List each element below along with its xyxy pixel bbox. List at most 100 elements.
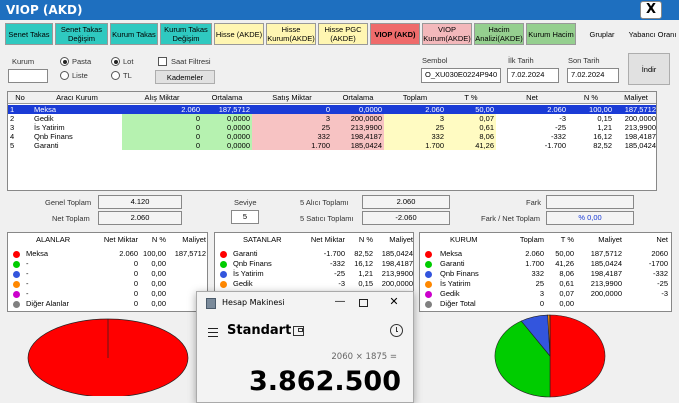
table-cell: 0,61 [446,123,496,132]
table-cell: -1.700 [544,141,566,150]
col-toplam[interactable]: Toplam [384,92,446,104]
kurum-cell: -25 [657,279,668,288]
legend-dot-icon [13,250,20,258]
table-cell: 332 [252,132,332,141]
satanlar-cell: Gedik [233,279,253,288]
seviye-input[interactable]: 5 [231,210,259,224]
alanlar-col-header: Maliyet [182,235,206,244]
list-item[interactable]: Diğer Alanlar 0 0,00 [8,299,207,309]
tab-kurum-hacim[interactable]: Kurum Hacim [526,23,576,45]
list-item[interactable]: Garanti 1.700 41,26 185,0424 -1700 [420,259,671,269]
tab-viop-akd[interactable]: VIOP (AKD) [370,23,420,45]
table-cell: 0,0000 [202,123,252,132]
table-cell: 213,9900 [624,123,656,132]
calculator-window[interactable]: Hesap Makinesi — ✕ Standart 2060 × 1875 … [196,291,414,403]
table-cell: 0 [122,132,202,141]
calc-close-button[interactable]: ✕ [385,295,403,309]
list-item[interactable]: Qnb Finans -332 16,12 198,4187 [215,259,413,269]
tab-viop-kurum-akde[interactable]: VIOP Kurum(AKDE) [422,23,472,45]
ilk-tarih-field[interactable]: 7.02.2024 [507,68,559,83]
list-item[interactable]: Qnb Finans 332 8,06 198,4187 -332 [420,269,671,279]
pasta-radio[interactable] [60,57,69,66]
tab-label: VIOP Kurum(AKDE) [423,25,471,43]
minimize-button[interactable]: — [331,296,349,310]
close-button[interactable]: X [640,1,662,19]
tl-radio[interactable] [111,71,120,80]
liste-radio[interactable] [60,71,69,80]
col-ortalama-satis[interactable]: Ortalama [332,92,384,104]
alanlar-cell: - [26,279,29,288]
tab-hacim-analizi[interactable]: Hacim Analizi(AKDE) [474,23,524,45]
table-row[interactable]: 5 Garanti 0 0,0000 1.700 185,0424 1.700 41,26 -1… [8,141,656,150]
col-net[interactable]: Net [496,92,568,104]
sembol-select[interactable]: O_XU030E0224P940 [421,68,501,83]
alanlar-cell: 187,5712 [174,249,206,258]
satanlar-header: SATANLAR Net Miktar N % Maliyet [215,235,413,245]
list-item[interactable]: Meksa 2.060 50,00 187,5712 2060 [420,249,671,259]
col-no[interactable]: No [8,92,32,104]
alanlar-panel: ALANLAR Net Miktar N % Maliyet Meksa 2.060 100… [7,232,208,312]
keep-on-top-icon[interactable] [293,326,304,336]
kurum-cell: 0 [539,299,544,308]
tab-hisse-kurum-akde[interactable]: Hisse Kurum(AKDE) [266,23,316,45]
tab-hisse-pgc-akde[interactable]: Hisse PGC (AKDE) [318,23,368,45]
tab-kurum-takas-degisim[interactable]: Kurum Takas Değişim [160,23,212,45]
lot-radio[interactable] [111,57,120,66]
tab-gruplar[interactable]: Gruplar [580,23,624,45]
col-satis-miktar[interactable]: Satış Miktar [252,92,332,104]
satanlar-cell: -332 [329,259,345,268]
kurum-cell: -332 [652,269,668,278]
col-ortalama-alis[interactable]: Ortalama [202,92,252,104]
list-item[interactable]: Diğer Total 0 0,00 [420,299,671,309]
kurum-input[interactable] [8,69,48,83]
kurum-cell: 8,06 [559,269,574,278]
list-item[interactable]: Garanti -1.700 82,52 185,0424 [215,249,413,259]
list-item[interactable]: Meksa 2.060 100,00 187,5712 [8,249,207,259]
kademeler-button[interactable]: Kademeler [155,70,215,84]
indir-button[interactable]: İndir [628,53,670,85]
table-row[interactable]: 2 Gedik 0 0,0000 3 200,0000 3 0,07 -3 0,15 200,000… [8,114,656,123]
col-araci-kurum[interactable]: Aracı Kurum [32,92,122,104]
tab-yabanci-orani[interactable]: Yabancı Oranı [626,23,679,45]
list-item[interactable]: - 0 0,00 [8,279,207,289]
calculator-mode: Standart [227,323,292,338]
tab-kurum-takas[interactable]: Kurum Takas [110,23,158,45]
saat-filtresi-checkbox[interactable] [158,57,167,66]
list-item[interactable]: - 0 0,00 [8,269,207,279]
list-item[interactable]: İs Yatirim -25 1,21 213,9900 [215,269,413,279]
col-n-pct[interactable]: N % [568,92,614,104]
table-row[interactable]: 1 Meksa 2.060 187,5712 0 0,0000 2.060 50,00 2.06… [8,105,656,114]
tab-senet-takas-degisim[interactable]: Senet Takas Değişim [55,23,108,45]
kurum-cell: 2060 [651,249,668,258]
col-t-pct[interactable]: T % [446,92,496,104]
alanlar-cell: 100,00 [143,249,166,258]
son-tarih-field[interactable]: 7.02.2024 [567,68,619,83]
satanlar-cell: 82,52 [354,249,373,258]
table-cell: 198,4187 [332,132,384,141]
col-alis-miktar[interactable]: Alış Miktar [122,92,202,104]
table-row[interactable]: 3 İs Yatirim 0 0,0000 25 213,9900 25 0,61 -25 1,2… [8,123,656,132]
liste-label: Liste [72,71,88,80]
tab-hisse-akde[interactable]: Hisse (AKDE) [214,23,264,45]
maximize-button[interactable] [359,299,368,307]
list-item[interactable]: Gedik 3 0,07 200,0000 -3 [420,289,671,299]
col-maliyet[interactable]: Maliyet [614,92,656,104]
table-cell: 0 [122,114,202,123]
table-row[interactable]: 4 Qnb Finans 0 0,0000 332 198,4187 332 8,06 -332… [8,132,656,141]
list-item[interactable]: - 0 0,00 [8,289,207,299]
legend-dot-icon [220,260,227,268]
calculator-app-icon [206,298,216,309]
list-item[interactable]: - 0 0,00 [8,259,207,269]
history-icon[interactable] [390,324,403,337]
satanlar-panel: SATANLAR Net Miktar N % Maliyet Garanti -1.70… [214,232,414,292]
kurum-cell: 0,00 [559,299,574,308]
list-item[interactable]: Gedik -3 0,15 200,0000 [215,279,413,289]
broker-grid[interactable]: No Aracı Kurum Alış Miktar Ortalama Satı… [7,91,657,191]
alanlar-cell: 0,00 [151,279,166,288]
tab-senet-takas[interactable]: Senet Takas [5,23,53,45]
tab-label: Kurum Hacim [528,29,574,39]
list-item[interactable]: İs Yatirim 25 0,61 213,9900 -25 [420,279,671,289]
table-cell: 200,0000 [332,114,384,123]
menu-icon[interactable] [208,328,218,337]
table-cell: Qnb Finans [34,132,73,141]
